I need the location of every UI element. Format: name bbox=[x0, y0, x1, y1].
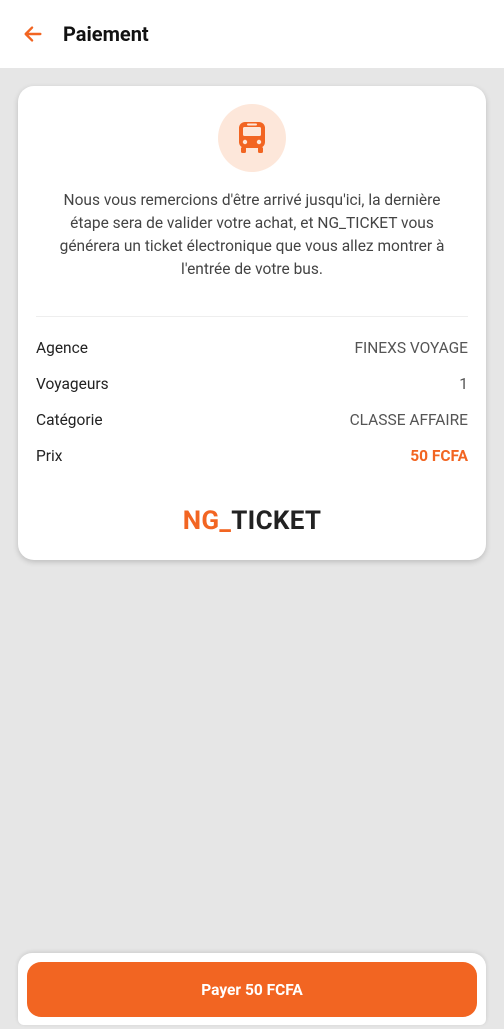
brand-part-ticket: TICKET bbox=[231, 506, 322, 536]
back-button[interactable] bbox=[18, 19, 48, 49]
bus-icon bbox=[239, 122, 265, 153]
detail-row-travelers: Voyageurs 1 bbox=[36, 372, 468, 396]
pay-button[interactable]: Payer 50 FCFA bbox=[27, 962, 477, 1017]
category-label: Catégorie bbox=[36, 411, 103, 429]
brand-part-ng: NG_ bbox=[182, 506, 232, 536]
category-value: CLASSE AFFAIRE bbox=[349, 411, 468, 429]
bottom-action-bar: Payer 50 FCFA bbox=[18, 953, 486, 1025]
thank-you-message: Nous vous remercions d'être arrivé jusqu… bbox=[59, 191, 445, 278]
detail-row-price: Prix 50 FCFA bbox=[36, 444, 468, 468]
detail-row-category: Catégorie CLASSE AFFAIRE bbox=[36, 408, 468, 432]
detail-row-agency: Agence FINEXS VOYAGE bbox=[36, 336, 468, 360]
brand-logo: NG_TICKET bbox=[18, 506, 486, 536]
price-value: 50 FCFA bbox=[410, 447, 468, 465]
travelers-value: 1 bbox=[459, 375, 468, 393]
arrow-left-icon bbox=[24, 26, 42, 42]
summary-card: Nous vous remercions d'être arrivé jusqu… bbox=[18, 86, 486, 560]
app-bar: Paiement bbox=[0, 0, 504, 68]
agency-value: FINEXS VOYAGE bbox=[354, 339, 468, 357]
price-label: Prix bbox=[36, 447, 63, 465]
page-title: Paiement bbox=[63, 22, 149, 46]
divider bbox=[36, 316, 468, 317]
bus-icon-badge bbox=[218, 104, 286, 172]
agency-label: Agence bbox=[36, 339, 88, 357]
travelers-label: Voyageurs bbox=[36, 375, 109, 393]
